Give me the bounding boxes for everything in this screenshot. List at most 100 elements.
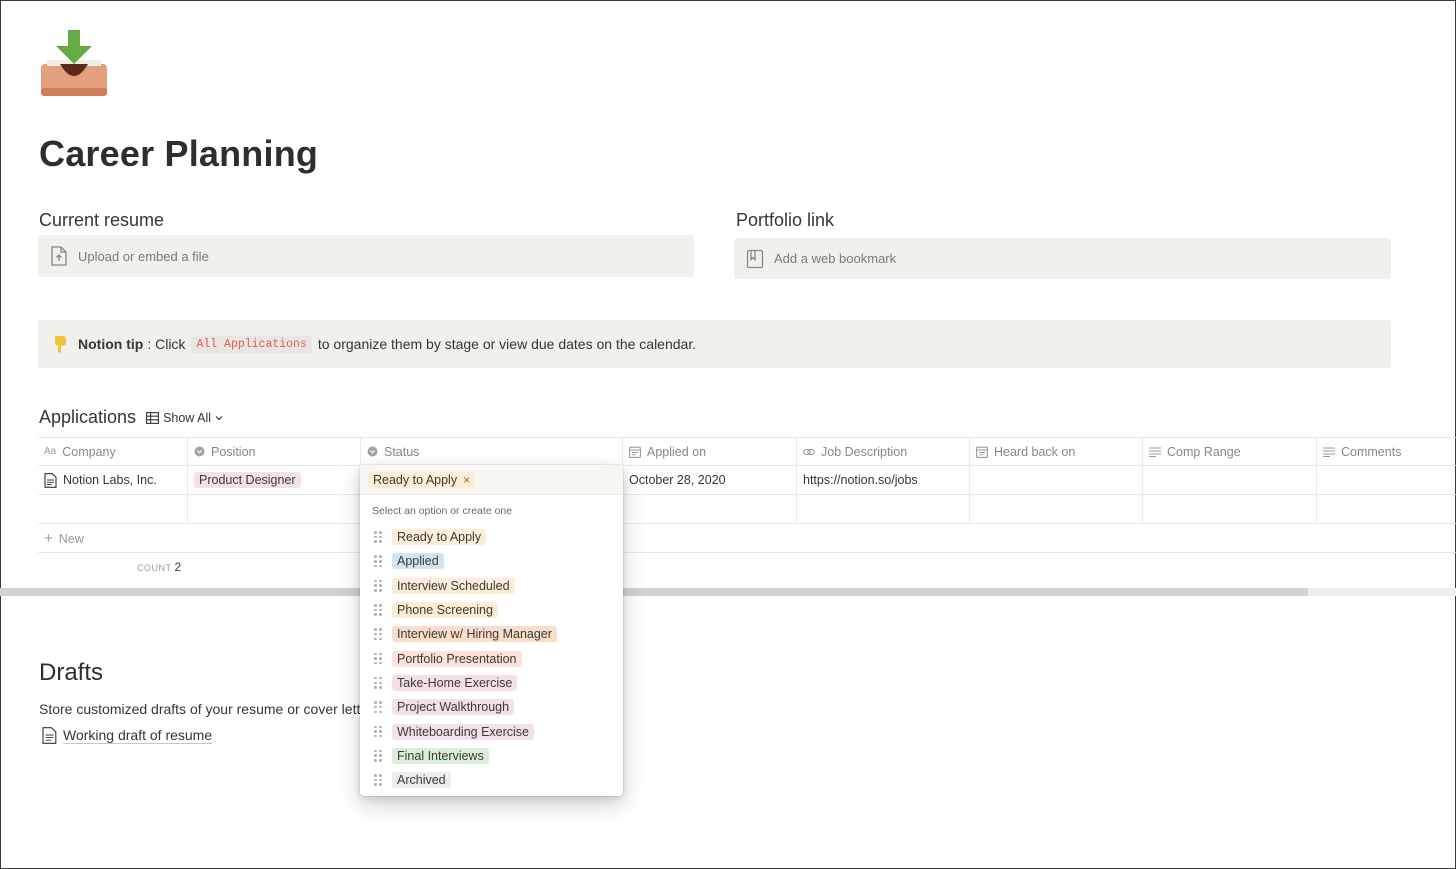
calendar-icon <box>629 446 641 458</box>
column-header-comp-range[interactable]: Comp Range <box>1143 438 1317 465</box>
text-property-icon: Aa <box>44 446 57 457</box>
status-option[interactable]: Ready to Apply <box>360 525 623 549</box>
company-cell[interactable]: Notion Labs, Inc. <box>38 466 188 494</box>
column-header-comments[interactable]: Comments <box>1317 438 1456 465</box>
drag-handle-icon[interactable] <box>374 579 382 592</box>
status-option-tag: Project Walkthrough <box>392 699 515 716</box>
column-header-applied-on[interactable]: Applied on <box>623 438 797 465</box>
status-option-tag: Whiteboarding Exercise <box>392 723 535 740</box>
heard-back-on-cell[interactable] <box>970 495 1143 523</box>
status-option-tag: Portfolio Presentation <box>392 650 522 667</box>
web-bookmark-embed[interactable]: Add a web bookmark <box>734 238 1391 279</box>
job-description-cell[interactable] <box>797 495 970 523</box>
status-option[interactable]: Interview Scheduled <box>360 574 623 598</box>
page-icon <box>42 727 57 744</box>
plus-icon: + <box>44 530 53 547</box>
table-row[interactable] <box>38 495 1456 524</box>
file-upload-placeholder: Upload or embed a file <box>78 248 209 264</box>
text-lines-icon <box>1323 446 1335 457</box>
drag-handle-icon[interactable] <box>374 676 382 689</box>
column-header-job-description[interactable]: Job Description <box>797 438 970 465</box>
dropdown-hint: Select an option or create one <box>372 505 513 517</box>
applied-on-cell[interactable]: October 28, 2020 <box>623 466 797 494</box>
tip-text-post: to organize them by stage or view due da… <box>317 336 697 352</box>
column-header-company[interactable]: Aa Company <box>38 438 188 465</box>
file-upload-embed[interactable]: Upload or embed a file <box>38 235 694 277</box>
drafts-heading: Drafts <box>39 659 104 686</box>
inbox-tray-icon[interactable] <box>40 30 108 98</box>
status-option[interactable]: Applied <box>360 549 623 573</box>
table-row[interactable]: Notion Labs, Inc. Product Designer Octob… <box>38 466 1456 495</box>
heard-back-on-cell[interactable] <box>970 466 1143 494</box>
applied-on-cell[interactable] <box>623 495 797 523</box>
table-icon <box>146 411 160 424</box>
status-option-tag: Final Interviews <box>392 747 489 764</box>
new-row-button[interactable]: + New <box>44 530 84 547</box>
working-draft-link[interactable]: Working draft of resume <box>42 727 213 744</box>
column-header-status[interactable]: Status <box>361 438 623 465</box>
link-icon <box>803 448 815 455</box>
drag-handle-icon[interactable] <box>374 774 382 786</box>
pointing-down-icon <box>55 336 66 353</box>
bookmark-placeholder: Add a web bookmark <box>774 251 897 266</box>
database-title[interactable]: Applications <box>39 407 136 428</box>
calendar-icon <box>976 446 988 458</box>
file-upload-icon <box>51 246 67 266</box>
window-frame <box>0 0 1456 869</box>
status-option-tag: Archived <box>392 772 451 789</box>
status-option-tag: Take-Home Exercise <box>392 674 518 691</box>
comments-cell[interactable] <box>1317 466 1456 494</box>
status-option[interactable]: Take-Home Exercise <box>360 671 623 695</box>
status-option[interactable]: Phone Screening <box>360 598 623 622</box>
comments-cell[interactable] <box>1317 495 1456 523</box>
tip-callout: Notion tip : Click All Applications to o… <box>38 320 1391 368</box>
column-header-position[interactable]: Position <box>188 438 361 465</box>
drag-handle-icon[interactable] <box>374 749 382 762</box>
drag-handle-icon[interactable] <box>374 604 382 616</box>
chevron-down-icon <box>215 415 223 420</box>
status-option-tag: Interview w/ Hiring Manager <box>392 626 557 643</box>
drag-handle-icon[interactable] <box>374 652 382 665</box>
page-title: Career Planning <box>39 133 319 174</box>
view-label: Show All <box>163 410 212 425</box>
page-icon <box>44 472 57 488</box>
status-option-tag: Applied <box>392 553 444 570</box>
selected-status-tag[interactable]: Ready to Apply × <box>368 471 476 488</box>
position-cell[interactable] <box>188 495 361 523</box>
tip-code[interactable]: All Applications <box>191 335 312 353</box>
portfolio-label: Portfolio link <box>736 210 835 230</box>
status-option[interactable]: Final Interviews <box>360 744 623 768</box>
bookmark-icon <box>746 249 764 268</box>
select-property-icon <box>194 446 205 457</box>
status-option[interactable]: Portfolio Presentation <box>360 646 623 670</box>
remove-tag-icon[interactable]: × <box>463 473 470 487</box>
status-option[interactable]: Project Walkthrough <box>360 695 623 719</box>
table-header-row: Aa Company Position Status Applied on Jo… <box>38 437 1456 466</box>
comp-range-cell[interactable] <box>1143 466 1317 494</box>
status-option-tag: Interview Scheduled <box>392 577 515 594</box>
comp-range-cell[interactable] <box>1143 495 1317 523</box>
drag-handle-icon[interactable] <box>374 531 382 543</box>
company-cell[interactable] <box>38 495 188 523</box>
position-cell[interactable]: Product Designer <box>188 466 361 494</box>
resume-label: Current resume <box>39 210 165 230</box>
selected-status-area[interactable]: Ready to Apply × <box>360 465 623 495</box>
scrollbar-thumb[interactable] <box>0 588 1308 596</box>
drafts-description: Store customized drafts of your resume o… <box>39 701 364 717</box>
drag-handle-icon[interactable] <box>374 701 382 714</box>
column-header-heard-back-on[interactable]: Heard back on <box>970 438 1143 465</box>
status-dropdown[interactable]: Ready to Apply × Select an option or cre… <box>360 465 623 796</box>
status-option[interactable]: Archived <box>360 768 623 792</box>
status-option[interactable]: Interview w/ Hiring Manager <box>360 622 623 646</box>
divider <box>38 552 1456 553</box>
view-switcher[interactable]: Show All <box>146 411 223 425</box>
drag-handle-icon[interactable] <box>374 555 382 568</box>
select-property-icon <box>367 446 378 457</box>
drag-handle-icon[interactable] <box>374 628 382 641</box>
job-description-cell[interactable]: https://notion.so/jobs <box>797 466 970 494</box>
count-summary[interactable]: COUNT 2 <box>137 560 182 574</box>
text-lines-icon <box>1149 446 1161 457</box>
tip-label: Notion tip <box>78 336 144 352</box>
drag-handle-icon[interactable] <box>374 725 382 738</box>
status-option[interactable]: Whiteboarding Exercise <box>360 719 623 743</box>
